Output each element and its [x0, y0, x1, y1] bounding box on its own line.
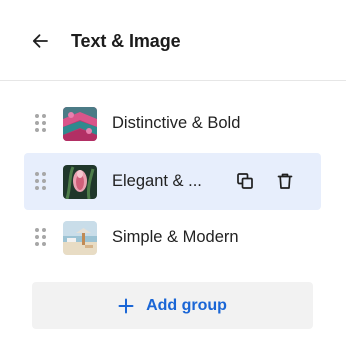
add-group-button[interactable]: Add group	[32, 282, 313, 329]
duplicate-button[interactable]	[233, 169, 257, 193]
plus-icon	[118, 298, 134, 313]
drag-handle-icon[interactable]	[35, 114, 47, 134]
drag-handle-icon[interactable]	[35, 228, 47, 248]
group-label: Elegant & ...	[112, 172, 202, 190]
group-row-elegant[interactable]: Elegant & ...	[24, 153, 321, 210]
drag-handle-icon[interactable]	[35, 172, 47, 192]
group-label: Distinctive & Bold	[112, 114, 241, 132]
group-row-simple-modern[interactable]: Simple & Modern	[24, 209, 321, 266]
trash-icon	[277, 173, 293, 189]
group-label: Simple & Modern	[112, 228, 239, 246]
add-group-label: Add group	[146, 296, 227, 314]
arrow-left-icon	[32, 34, 48, 48]
delete-button[interactable]	[273, 169, 297, 193]
pink-pattern-image	[63, 107, 97, 141]
pink-flower-image	[63, 165, 97, 199]
beach-image	[63, 221, 97, 255]
duplicate-icon	[237, 173, 253, 189]
panel-header: Text & Image	[0, 0, 346, 81]
back-button[interactable]	[27, 28, 53, 54]
group-row-distinctive-bold[interactable]: Distinctive & Bold	[24, 95, 321, 152]
page-title: Text & Image	[71, 31, 181, 51]
